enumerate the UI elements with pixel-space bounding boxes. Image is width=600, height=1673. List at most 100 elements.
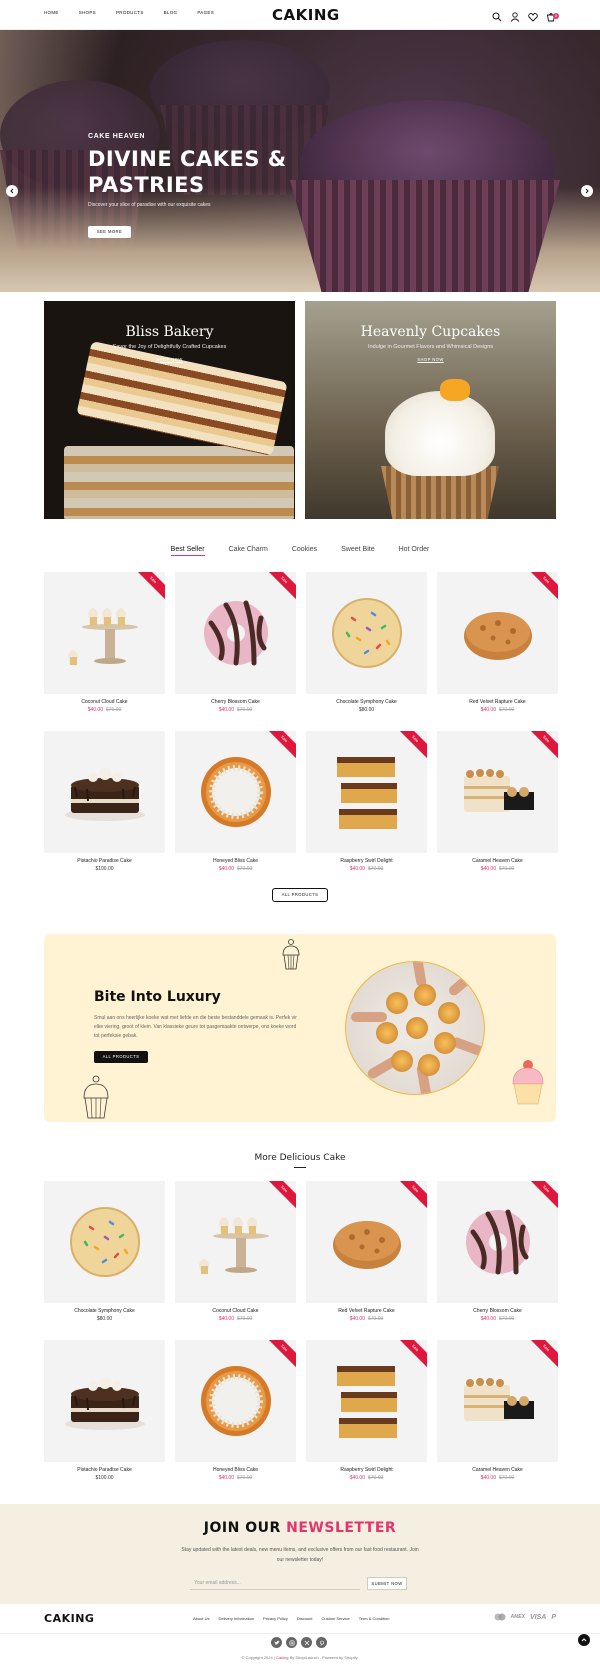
sale-badge: Sale: [522, 1340, 558, 1372]
product-name[interactable]: Red Velvet Rapture Cake: [437, 699, 558, 705]
product-card[interactable]: Sale Honeyed Bliss Cake $40.00 $70.00: [175, 1340, 296, 1481]
product-image[interactable]: Sale: [306, 731, 427, 853]
product-name[interactable]: Caramel Heaven Cake: [437, 1467, 558, 1473]
product-card[interactable]: Sale Coconut Cloud Cake $40.00 $70.00: [44, 572, 165, 713]
product-image[interactable]: Sale: [306, 1181, 427, 1303]
product-card[interactable]: Pistachio Paradise Cake $100.00: [44, 731, 165, 872]
product-image[interactable]: Sale: [175, 731, 296, 853]
product-image[interactable]: Sale: [437, 1340, 558, 1462]
tab-cake-charm[interactable]: Cake Charm: [229, 546, 268, 556]
newsletter-submit-button[interactable]: SUBMIT NOW: [367, 1577, 407, 1590]
account-icon[interactable]: [510, 9, 520, 22]
all-products-button[interactable]: ALL PRODUCTS: [272, 888, 328, 902]
nav-home[interactable]: HOME: [44, 10, 59, 15]
product-name[interactable]: Pistachio Paradise Cake: [44, 858, 165, 864]
product-name[interactable]: Pistachio Paradise Cake: [44, 1467, 165, 1473]
product-name[interactable]: Caramel Heaven Cake: [437, 858, 558, 864]
product-image[interactable]: Sale: [44, 572, 165, 694]
product-card[interactable]: Sale Red Velvet Rapture Cake $40.00 $70.00: [437, 572, 558, 713]
product-name[interactable]: Raspberry Swirl Delight: [306, 858, 427, 864]
product-image[interactable]: Sale: [175, 1181, 296, 1303]
product-card[interactable]: Sale Raspberry Swirl Delight $40.00 $70.00: [306, 731, 427, 872]
banner-bliss-bakery[interactable]: Bliss Bakery Savor the Joy of Delightful…: [44, 301, 295, 519]
copyright-brand[interactable]: Caking: [276, 1655, 288, 1660]
product-card[interactable]: Sale Red Velvet Rapture Cake $40.00 $70.00: [306, 1181, 427, 1322]
product-name[interactable]: Chocolate Symphony Cake: [306, 699, 427, 705]
wishlist-icon[interactable]: [528, 9, 538, 22]
footer-link-privacy[interactable]: Privacy Policy: [263, 1616, 288, 1621]
copyright-suffix: . Powered by Shopify.: [318, 1655, 359, 1660]
luxury-all-products-button[interactable]: ALL PRODUCTS: [94, 1051, 148, 1063]
back-to-top-button[interactable]: [578, 1634, 590, 1646]
product-image[interactable]: [44, 731, 165, 853]
nav-blog[interactable]: BLOG: [164, 10, 178, 15]
x-icon[interactable]: [301, 1637, 312, 1648]
sale-price: $40.00: [480, 866, 496, 872]
product-image[interactable]: Sale: [306, 1340, 427, 1462]
product-card[interactable]: Sale Cherry Blossom Cake $40.00 $70.00: [437, 1181, 558, 1322]
product-name[interactable]: Raspberry Swirl Delight: [306, 1467, 427, 1473]
logo[interactable]: CAKING: [272, 6, 340, 24]
product-name[interactable]: Coconut Cloud Cake: [175, 1308, 296, 1314]
product-name[interactable]: Cherry Blossom Cake: [437, 1308, 558, 1314]
instagram-icon[interactable]: [286, 1637, 297, 1648]
original-price: $70.00: [499, 866, 515, 872]
shop-now-link[interactable]: SHOP NOW: [44, 357, 295, 362]
product-image[interactable]: Sale: [175, 572, 296, 694]
search-icon[interactable]: [492, 9, 502, 22]
newsletter-title-accent: NEWSLETTER: [286, 1520, 397, 1536]
nav-products[interactable]: PRODUCTS: [116, 10, 144, 15]
footer-link-custom-service[interactable]: Custom Service: [322, 1616, 350, 1621]
footer-link-delivery[interactable]: Delivery Information: [218, 1616, 254, 1621]
product-card[interactable]: Sale Cherry Blossom Cake $40.00 $70.00: [175, 572, 296, 713]
tarts-photo: [345, 961, 485, 1095]
product-card[interactable]: Sale Caramel Heaven Cake $40.00 $70.00: [437, 1340, 558, 1481]
product-card[interactable]: Pistachio Paradise Cake $100.00: [44, 1340, 165, 1481]
see-more-button[interactable]: SEE MORE: [88, 226, 131, 238]
tab-best-seller[interactable]: Best Seller: [170, 546, 205, 556]
product-image[interactable]: [44, 1340, 165, 1462]
product-image[interactable]: [306, 572, 427, 694]
product-card[interactable]: Chocolate Symphony Cake $80.00: [306, 572, 427, 713]
nav-pages[interactable]: PAGES: [197, 10, 214, 15]
product-card[interactable]: Chocolate Symphony Cake $80.00: [44, 1181, 165, 1322]
hero-title-line2: PASTRIES: [88, 173, 205, 197]
shop-now-link[interactable]: SHOP NOW: [305, 357, 556, 362]
product-image[interactable]: Sale: [437, 1181, 558, 1303]
footer-link-discount[interactable]: Discount: [297, 1616, 313, 1621]
product-image[interactable]: [44, 1181, 165, 1303]
tab-sweet-bite[interactable]: Sweet Bite: [341, 546, 374, 556]
product-name[interactable]: Cherry Blossom Cake: [175, 699, 296, 705]
product-image[interactable]: Sale: [437, 731, 558, 853]
product-card[interactable]: Sale Caramel Heaven Cake $40.00 $70.00: [437, 731, 558, 872]
product-card[interactable]: Sale Honeyed Bliss Cake $40.00 $70.00: [175, 731, 296, 872]
cupcake-frosting: [385, 391, 495, 476]
product-name[interactable]: Coconut Cloud Cake: [44, 699, 165, 705]
cart-icon[interactable]: 0: [546, 9, 559, 22]
nav-shops[interactable]: SHOPS: [79, 10, 96, 15]
product-name[interactable]: Honeyed Bliss Cake: [175, 858, 296, 864]
product-name[interactable]: Chocolate Symphony Cake: [44, 1308, 165, 1314]
original-price: $70.00: [499, 1316, 515, 1322]
banner-heavenly-cupcakes[interactable]: Heavenly Cupcakes Indulge in Gourmet Fla…: [305, 301, 556, 519]
slider-prev-button[interactable]: [6, 185, 18, 197]
product-card[interactable]: Sale Coconut Cloud Cake $40.00 $70.00: [175, 1181, 296, 1322]
tab-cookies[interactable]: Cookies: [292, 546, 317, 556]
product-card[interactable]: Sale Raspberry Swirl Delight $40.00 $70.00: [306, 1340, 427, 1481]
tab-hot-order[interactable]: Hot Order: [399, 546, 430, 556]
product-name[interactable]: Honeyed Bliss Cake: [175, 1467, 296, 1473]
footer-logo[interactable]: CAKING: [44, 1612, 94, 1625]
cupcake-doodle-icon: [282, 939, 300, 970]
slider-next-button[interactable]: [581, 185, 593, 197]
product-name[interactable]: Red Velvet Rapture Cake: [306, 1308, 427, 1314]
product-image[interactable]: Sale: [437, 572, 558, 694]
footer-link-terms[interactable]: Term & Condition: [359, 1616, 390, 1621]
newsletter-email-input[interactable]: [190, 1577, 360, 1590]
product-image[interactable]: Sale: [175, 1340, 296, 1462]
copyright-prefix: © Copyright 2024 |: [241, 1655, 276, 1660]
hero-slider: CAKE HEAVEN DIVINE CAKES & PASTRIES Disc…: [0, 30, 600, 292]
product-price: $40.00 $70.00: [175, 1316, 296, 1322]
twitter-icon[interactable]: [271, 1637, 282, 1648]
pinterest-icon[interactable]: [316, 1637, 327, 1648]
footer-link-about[interactable]: About Us: [193, 1616, 209, 1621]
